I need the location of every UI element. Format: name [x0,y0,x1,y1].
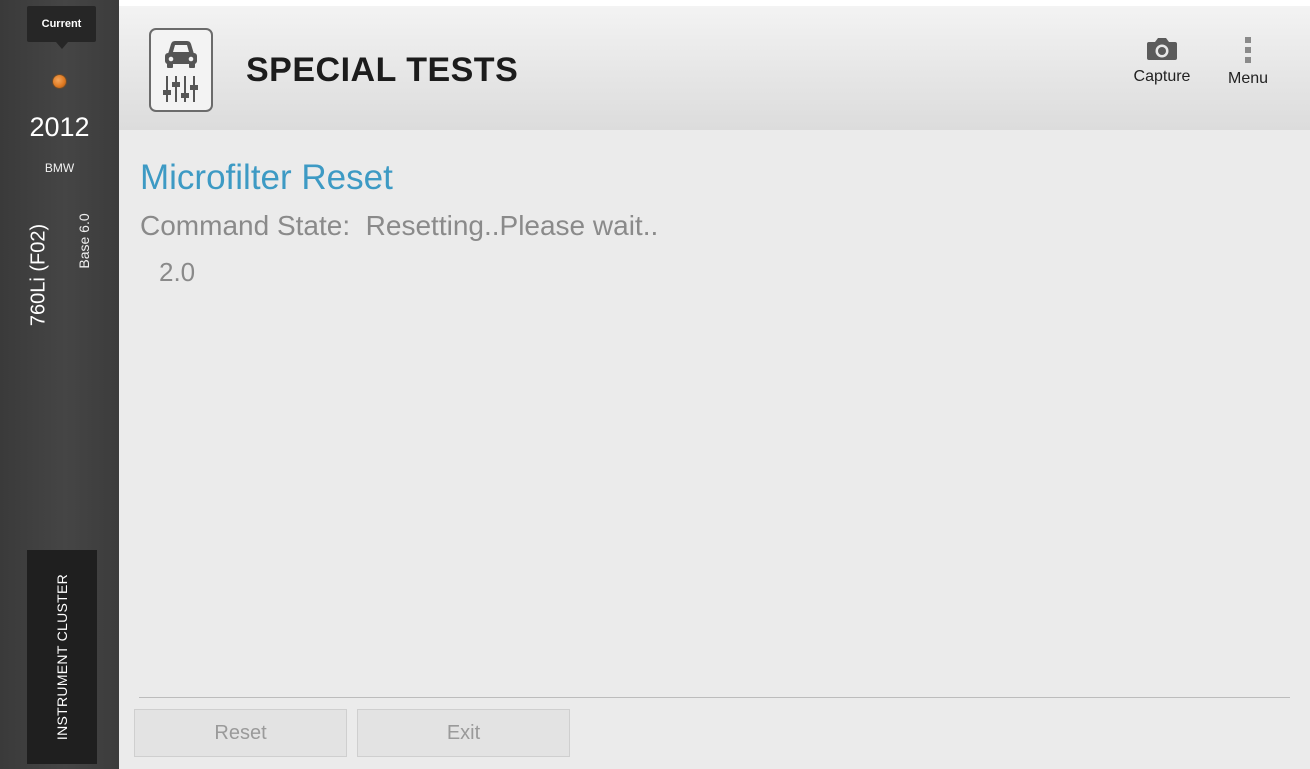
command-state-value: Resetting..Please wait.. [365,210,659,241]
vehicle-make: BMW [44,161,75,175]
footer-divider [139,697,1290,698]
vehicle-trim: Base 6.0 [76,213,92,269]
camera-icon [1147,38,1177,60]
command-state-label: Command State: [140,210,351,241]
menu-label: Menu [1227,70,1269,87]
page-title: SPECIAL TESTS [246,51,519,89]
command-value: 2.0 [159,257,196,287]
header-bar: SPECIAL TESTS Capture Menu [119,0,1310,130]
status-dot-icon [53,75,66,88]
vehicle-model: 760Li (F02) [27,223,50,327]
capture-label: Capture [1133,68,1191,85]
current-label: Current [41,18,82,30]
vertical-dots-icon [1245,37,1251,63]
menu-button[interactable]: Menu [1219,36,1277,88]
test-title: Microfilter Reset [140,158,393,197]
car-tuning-icon [149,28,213,112]
vehicle-sidebar: Current 2012 BMW 760Li (F02) Base 6.0 IN… [0,0,119,769]
command-state-line: Command State: Resetting..Please wait.. [140,210,658,242]
exit-button[interactable]: Exit [357,709,570,757]
test-content-panel: Microfilter Reset Command State: Resetti… [119,130,1310,769]
vehicle-year: 2012 [29,112,90,142]
reset-button[interactable]: Reset [134,709,347,757]
module-label: INSTRUMENT CLUSTER [54,573,70,741]
module-tab[interactable]: INSTRUMENT CLUSTER [27,550,97,764]
capture-button[interactable]: Capture [1124,36,1200,86]
